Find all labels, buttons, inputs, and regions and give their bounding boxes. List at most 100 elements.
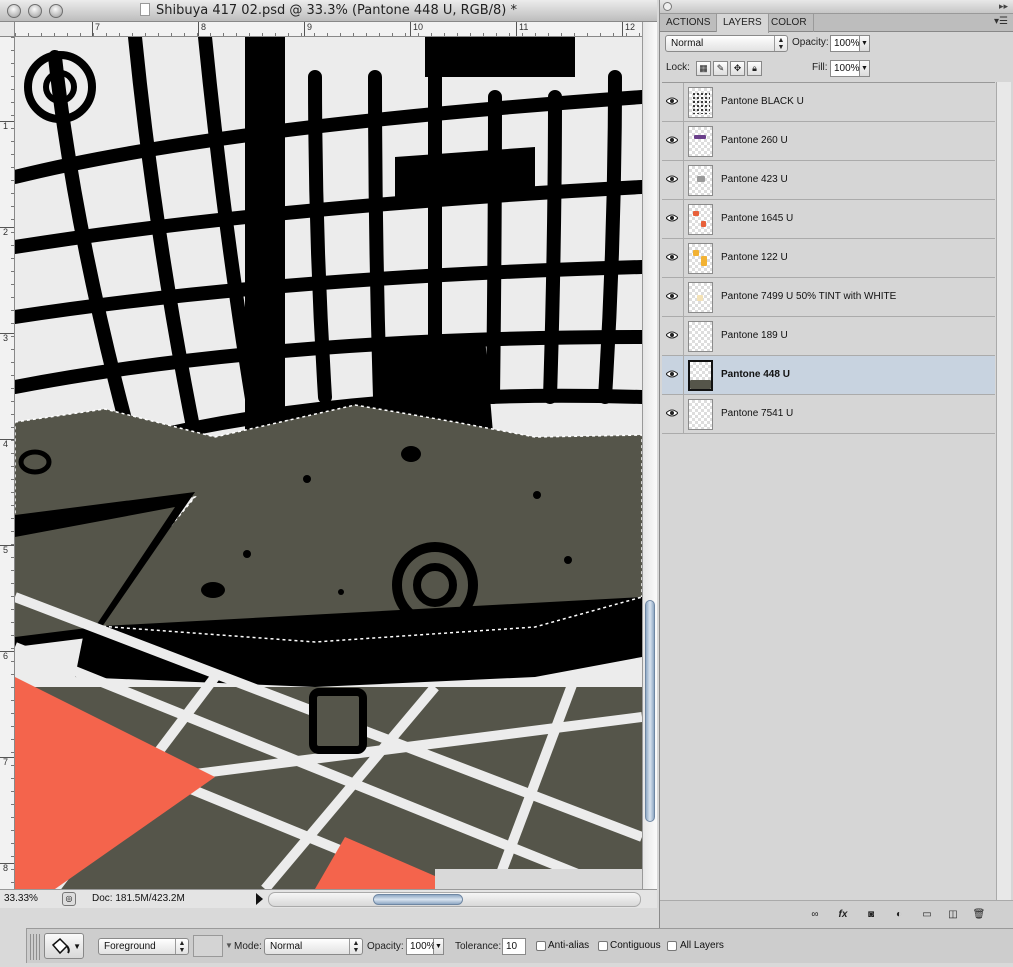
zoom-level-field[interactable]: 33.33% — [4, 892, 58, 906]
layer-thumbnail[interactable] — [688, 360, 713, 391]
ruler-v-tick: 8 — [0, 863, 14, 873]
layer-row-pantone-122-u[interactable]: Pantone 122 U — [662, 239, 995, 278]
layer-fill-field[interactable]: 100% — [830, 60, 860, 77]
visibility-eye-icon[interactable] — [662, 395, 684, 433]
ruler-h-tick: 8 — [198, 22, 206, 36]
opacity-dropdown-arrow-icon[interactable]: ▼ — [860, 35, 870, 52]
lock-transparent-pixels-icon[interactable]: ▦ — [696, 61, 711, 76]
paint-mode-select[interactable]: Normal ▲ ▼ — [264, 938, 363, 955]
tool-preset-picker[interactable]: ▼ — [44, 933, 84, 959]
status-info-icon[interactable]: ◎ — [62, 892, 76, 906]
tab-actions[interactable]: ACTIONS — [660, 14, 718, 32]
link-icon[interactable]: ∞ — [808, 909, 822, 921]
layer-thumbnail[interactable] — [688, 399, 713, 430]
blend-mode-select[interactable]: Normal ▲ ▼ — [665, 35, 788, 52]
status-menu-arrow-icon[interactable] — [256, 893, 263, 905]
ruler-h-tick: 11 — [516, 22, 528, 36]
horizontal-ruler[interactable]: 7 8 9 10 11 12 — [15, 22, 642, 37]
layer-thumbnail[interactable] — [688, 87, 713, 118]
lock-all-icon[interactable]: 🔒︎ — [747, 61, 762, 76]
lock-position-icon[interactable]: ✥ — [730, 61, 745, 76]
fill-source-select[interactable]: Foreground ▲ ▼ — [98, 938, 189, 955]
layers-panel: ▸▸ ACTIONS LAYERS COLOR ▾☰ Normal ▲ ▼ Opa… — [659, 0, 1013, 928]
paint-bucket-icon — [51, 937, 70, 955]
pattern-dropdown-icon[interactable]: ▼ — [225, 941, 233, 950]
layer-name[interactable]: Pantone 423 U — [721, 161, 788, 199]
lock-image-pixels-icon[interactable]: ✎ — [713, 61, 728, 76]
tab-color[interactable]: COLOR — [765, 14, 814, 32]
layer-name[interactable]: Pantone 7499 U 50% TINT with WHITE — [721, 278, 896, 316]
layer-thumbnail[interactable] — [688, 243, 713, 274]
layer-thumbnail[interactable] — [688, 282, 713, 313]
lock-fill-row: Lock: ▦ ✎ ✥ 🔒︎ Fill: 100% ▼ — [660, 58, 1013, 84]
image-canvas[interactable] — [15, 37, 642, 889]
canvas-horizontal-scrollbar[interactable] — [268, 892, 641, 907]
visibility-eye-icon[interactable] — [662, 278, 684, 316]
fill-dropdown-arrow-icon[interactable]: ▼ — [860, 60, 870, 77]
layer-thumbnail[interactable] — [688, 321, 713, 352]
canvas-vertical-scroll-thumb[interactable] — [645, 600, 655, 822]
visibility-eye-icon[interactable] — [662, 122, 684, 160]
options-bar-grip[interactable] — [30, 934, 42, 960]
panel-menu-icon[interactable]: ▾☰ — [994, 16, 1008, 27]
layer-thumbnail[interactable] — [688, 165, 713, 196]
layer-thumbnail[interactable] — [688, 126, 713, 157]
contiguous-checkbox[interactable] — [598, 941, 608, 951]
fx-icon[interactable]: fx — [836, 909, 850, 921]
document-window: Shibuya 417 02.psd @ 33.3% (Pantone 448 … — [0, 0, 657, 908]
adjustment-icon[interactable]: ◐ — [892, 909, 906, 921]
layer-name[interactable]: Pantone BLACK U — [721, 83, 804, 121]
layer-row-pantone-7541-u[interactable]: Pantone 7541 U — [662, 395, 995, 434]
ruler-origin[interactable] — [0, 22, 15, 37]
vertical-ruler[interactable]: 1 2 3 4 5 6 7 8 — [0, 37, 15, 889]
lock-label: Lock: — [666, 62, 690, 73]
visibility-eye-icon[interactable] — [662, 317, 684, 355]
panel-close-button[interactable] — [663, 2, 672, 11]
fill-source-value: Foreground — [104, 941, 156, 952]
trash-icon[interactable]: 🗑︎ — [972, 909, 986, 921]
document-file-icon — [139, 3, 150, 16]
document-size-info[interactable]: Doc: 181.5M/423.2M — [92, 892, 252, 906]
layer-opacity-field[interactable]: 100% — [830, 35, 860, 52]
blend-mode-value: Normal — [671, 38, 704, 49]
layer-row-pantone-448-u[interactable]: Pantone 448 U — [662, 356, 995, 395]
layer-name[interactable]: Pantone 122 U — [721, 239, 788, 277]
tolerance-field[interactable]: 10 — [502, 938, 526, 955]
contiguous-label: Contiguous — [610, 940, 661, 951]
panel-titlebar[interactable]: ▸▸ — [660, 0, 1013, 14]
document-title: Shibuya 417 02.psd @ 33.3% (Pantone 448 … — [0, 3, 657, 18]
new-layer-icon[interactable]: ◫ — [946, 909, 960, 921]
pattern-swatch[interactable] — [193, 935, 223, 957]
layer-row-pantone-189-u[interactable]: Pantone 189 U — [662, 317, 995, 356]
layer-name[interactable]: Pantone 448 U — [721, 356, 790, 394]
layer-row-pantone-1645-u[interactable]: Pantone 1645 U — [662, 200, 995, 239]
all-layers-checkbox[interactable] — [667, 941, 677, 951]
visibility-eye-icon[interactable] — [662, 356, 684, 394]
mask-icon[interactable]: ◙ — [864, 909, 878, 921]
panel-collapse-icon[interactable]: ▸▸ — [999, 1, 1008, 12]
layer-row-pantone-423-u[interactable]: Pantone 423 U — [662, 161, 995, 200]
canvas-vertical-scrollbar[interactable] — [642, 22, 657, 889]
layer-row-pantone-black-u[interactable]: Pantone BLACK U — [662, 83, 995, 122]
visibility-eye-icon[interactable] — [662, 83, 684, 121]
tab-layers[interactable]: LAYERS — [717, 14, 769, 33]
ruler-v-tick: 6 — [0, 651, 14, 661]
layer-thumbnail[interactable] — [688, 204, 713, 235]
tool-opacity-field[interactable]: 100% — [406, 938, 436, 955]
layers-vertical-scrollbar[interactable] — [996, 82, 1011, 900]
layer-name[interactable]: Pantone 7541 U — [721, 395, 793, 433]
group-folder-icon[interactable]: ▭ — [920, 909, 934, 921]
visibility-eye-icon[interactable] — [662, 161, 684, 199]
layer-row-pantone-260-u[interactable]: Pantone 260 U — [662, 122, 995, 161]
layer-row-pantone-7499-u[interactable]: Pantone 7499 U 50% TINT with WHITE — [662, 278, 995, 317]
layer-name[interactable]: Pantone 260 U — [721, 122, 788, 160]
anti-alias-checkbox[interactable] — [536, 941, 546, 951]
layer-name[interactable]: Pantone 189 U — [721, 317, 788, 355]
tool-opacity-dropdown-icon[interactable]: ▼ — [434, 938, 444, 955]
visibility-eye-icon[interactable] — [662, 200, 684, 238]
layers-list: Pantone BLACK U Pantone 260 U Pantone 42… — [662, 82, 995, 900]
canvas-horizontal-scroll-thumb[interactable] — [373, 894, 463, 905]
layer-name[interactable]: Pantone 1645 U — [721, 200, 793, 238]
tool-options-bar: ▼ Foreground ▲ ▼ ▼ Mode: Normal ▲ ▼ Opacit… — [26, 928, 1013, 963]
visibility-eye-icon[interactable] — [662, 239, 684, 277]
